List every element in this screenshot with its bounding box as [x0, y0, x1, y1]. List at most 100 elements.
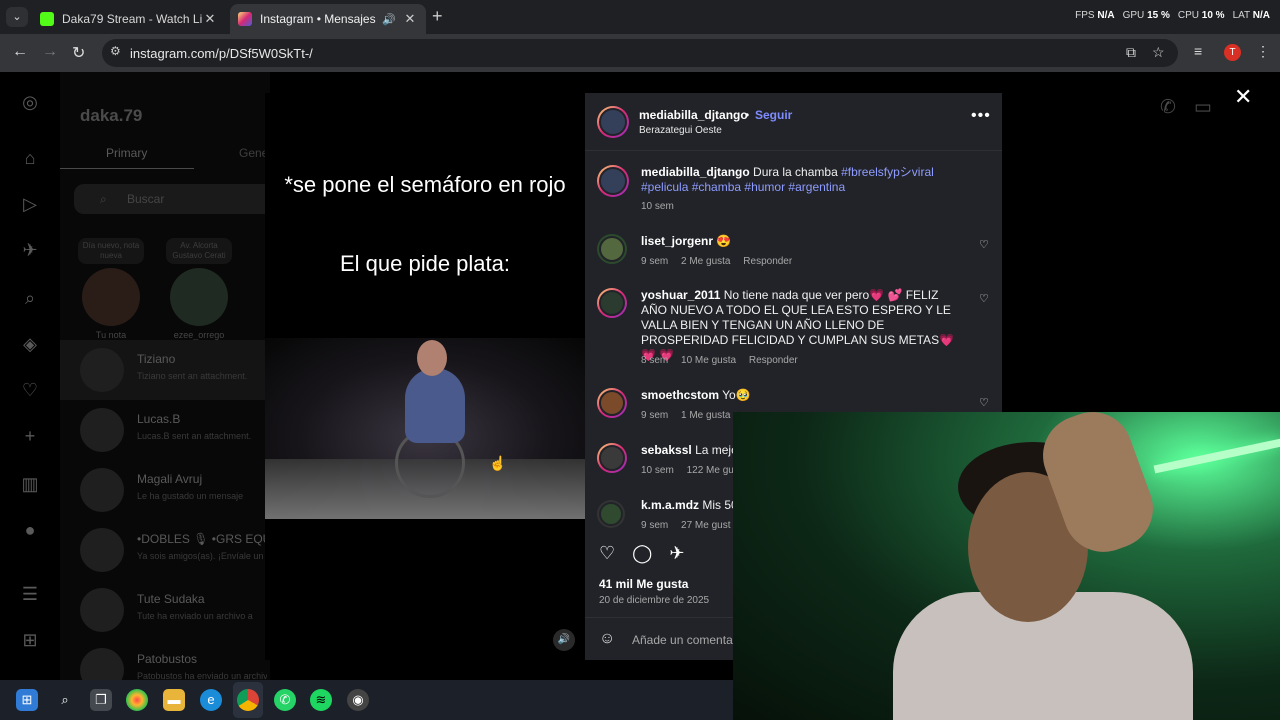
more-apps-icon[interactable]: ⊞	[19, 630, 41, 652]
chat-item[interactable]: •DOBLES 🎙 •GRS EQUIPO Ya sois amigos(as)…	[60, 520, 292, 580]
author-name[interactable]: mediabilla_djtango	[639, 108, 748, 122]
dm-sidebar: daka.79 Primary Gene ⌕ Buscar Día nuevo,…	[60, 72, 292, 692]
avatar	[80, 528, 124, 572]
close-modal-icon[interactable]: ✕	[1234, 84, 1252, 110]
comment-user[interactable]: smoethcstom	[641, 388, 719, 402]
chat-snippet: Lucas.B sent an attachment.	[137, 431, 252, 441]
speaker-icon[interactable]: 🔊	[382, 13, 396, 26]
caption-user[interactable]: mediabilla_djtango	[641, 165, 750, 179]
close-tab-icon[interactable]: ✕	[402, 11, 418, 27]
follow-button[interactable]: Seguir	[755, 108, 792, 122]
comment-likes[interactable]: 2 Me gusta	[681, 256, 730, 267]
comment-user[interactable]: yoshuar_2011	[641, 288, 720, 302]
avatar[interactable]	[597, 165, 629, 197]
bookmark-star-icon[interactable]: ☆	[1152, 44, 1165, 61]
forward-arrow-icon[interactable]: →	[42, 43, 58, 61]
url-text[interactable]: instagram.com/p/DSf5W0SkTt-/	[130, 46, 313, 61]
avatar[interactable]	[597, 388, 627, 418]
tab-primary[interactable]: Primary	[106, 146, 147, 160]
like-comment-heart-icon[interactable]: ♡	[979, 292, 989, 305]
avatar[interactable]	[597, 500, 625, 528]
author-avatar[interactable]	[597, 106, 629, 138]
comment-text: liset_jorgenr 😍	[641, 234, 971, 249]
left-nav-rail: ◎ ⌂ ▷ ✈ ⌕ ◈ ♡ + ▥ ● ☰ ⊞	[0, 72, 60, 680]
like-comment-heart-icon[interactable]: ♡	[979, 396, 989, 409]
comment-user[interactable]: sebakssl	[641, 443, 692, 457]
comment-likes[interactable]: 27 Me gust	[681, 520, 730, 531]
post-location[interactable]: Berazategui Oeste	[639, 125, 722, 136]
comment-bubble-icon[interactable]: ◯	[632, 543, 652, 563]
tab-daka79-stream[interactable]: Daka79 Stream - Watch Live on ✕	[32, 4, 226, 34]
chat-snippet: Ya sois amigos(as). ¡Envíale un	[137, 551, 264, 561]
comment-likes[interactable]: 10 Me gusta	[681, 355, 736, 366]
note-ezee[interactable]: Av. Alcorta Gustavo Cerati ezee_orrego	[166, 238, 232, 340]
install-app-icon[interactable]: ⧉	[1126, 44, 1136, 61]
photos-app-icon[interactable]	[126, 689, 148, 711]
obs-app-icon[interactable]: ◉	[347, 689, 369, 711]
share-send-icon[interactable]: ✈	[669, 543, 684, 563]
reels-icon[interactable]: ▷	[19, 194, 41, 216]
whatsapp-icon[interactable]: ✆	[274, 689, 296, 711]
explore-icon[interactable]: ◈	[19, 334, 41, 356]
reel-video[interactable]: *se pone el semáforo en rojo El que pide…	[265, 93, 585, 660]
spotify-icon[interactable]: ≋	[310, 689, 332, 711]
post-header: mediabilla_djtango • Seguir Berazategui …	[585, 93, 1002, 151]
windows-start-icon[interactable]: ⊞	[16, 689, 38, 711]
tab-search-chevron-icon[interactable]: ⌄	[6, 7, 28, 27]
more-menu-icon[interactable]: ⋮	[1256, 43, 1270, 60]
notifications-heart-icon[interactable]: ♡	[19, 380, 41, 402]
led-light-shape	[1153, 438, 1280, 474]
site-info-icon[interactable]: ⚙	[110, 44, 121, 58]
chat-item[interactable]: Tute Sudaka Tute ha enviado un archivo a	[60, 580, 270, 640]
like-comment-heart-icon[interactable]: ♡	[979, 238, 989, 251]
chat-item[interactable]: Tiziano Tiziano sent an attachment.	[60, 340, 270, 400]
instagram-logo-icon[interactable]: ◎	[19, 92, 41, 114]
comment-body: 😍	[716, 234, 732, 248]
like-heart-icon[interactable]: ♡	[599, 543, 615, 563]
avatar[interactable]	[597, 443, 627, 473]
comment-user[interactable]: k.m.a.mdz	[641, 498, 699, 512]
video-caption-bottom: El que pide plata:	[339, 251, 511, 276]
emoji-icon[interactable]: ☺	[599, 630, 615, 648]
media-controls-icon[interactable]: ≡	[1194, 43, 1202, 59]
more-options-icon[interactable]: •••	[971, 107, 991, 125]
browser-toolbar: ← → ↻ ⚙ instagram.com/p/DSf5W0SkTt-/ ⧉ ☆…	[0, 34, 1280, 72]
file-explorer-icon[interactable]: ▬	[163, 689, 185, 711]
reload-icon[interactable]: ↻	[72, 43, 85, 63]
note-own[interactable]: Día nuevo, nota nueva Tu nota	[78, 238, 144, 340]
close-tab-icon[interactable]: ✕	[202, 11, 218, 27]
profile-avatar[interactable]: T	[1224, 44, 1241, 61]
messages-icon[interactable]: ✈	[19, 240, 41, 262]
chrome-browser-icon[interactable]	[237, 689, 259, 711]
likes-count[interactable]: 41 mil Me gusta	[599, 577, 688, 591]
chat-item[interactable]: Magali Avruj Le ha gustado un mensaje	[60, 460, 270, 520]
dm-username[interactable]: daka.79	[80, 106, 142, 126]
address-bar[interactable]: ⚙ instagram.com/p/DSf5W0SkTt-/ ⧉ ☆	[102, 39, 1178, 67]
task-view-icon[interactable]: ❐	[90, 689, 112, 711]
comment-likes[interactable]: 1 Me gusta	[681, 410, 730, 421]
dashboard-icon[interactable]: ▥	[19, 474, 41, 496]
search-icon[interactable]: ⌕	[54, 689, 76, 711]
home-icon[interactable]: ⌂	[19, 148, 41, 170]
tab-instagram[interactable]: Instagram • Mensajes 🔊 ✕	[230, 4, 426, 34]
back-arrow-icon[interactable]: ←	[12, 43, 28, 61]
dm-search-input[interactable]: ⌕ Buscar	[74, 184, 274, 214]
avatar[interactable]	[597, 234, 627, 264]
add-comment-input[interactable]: Añade un comentar	[632, 633, 737, 647]
create-plus-icon[interactable]: +	[19, 426, 41, 448]
voice-call-icon[interactable]: ✆	[1160, 96, 1176, 119]
audio-toggle-icon[interactable]: 🔊	[553, 629, 575, 651]
hamburger-menu-icon[interactable]: ☰	[19, 584, 41, 606]
comment-user[interactable]: liset_jorgenr	[641, 234, 713, 248]
reply-button[interactable]: Responder	[749, 355, 798, 366]
edge-browser-icon[interactable]: e	[200, 689, 222, 711]
chat-item[interactable]: Lucas.B Lucas.B sent an attachment.	[60, 400, 270, 460]
search-icon[interactable]: ⌕	[19, 288, 41, 310]
profile-avatar-icon[interactable]: ●	[19, 520, 41, 542]
video-call-icon[interactable]: ▭	[1194, 96, 1212, 119]
tab-underline	[60, 168, 194, 169]
new-tab-plus-icon[interactable]: +	[432, 6, 443, 27]
avatar[interactable]	[597, 288, 627, 318]
reply-button[interactable]: Responder	[743, 256, 792, 267]
tab-general[interactable]: Gene	[239, 146, 268, 160]
